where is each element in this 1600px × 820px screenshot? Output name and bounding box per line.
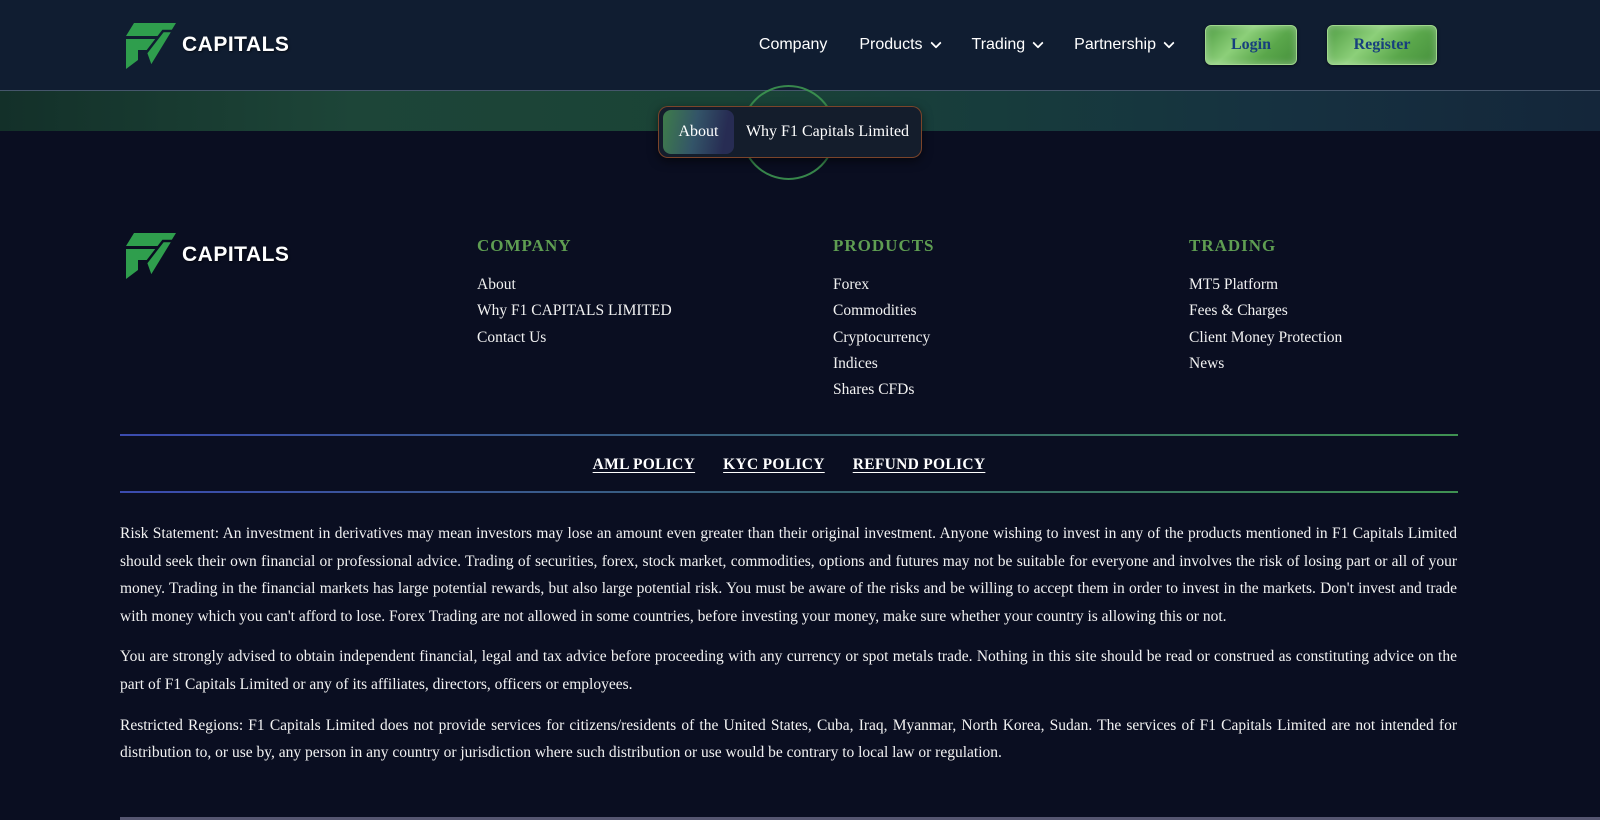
divider-top <box>120 434 1458 436</box>
brand-logo[interactable]: CAPITALS <box>120 20 289 70</box>
nav-item-products[interactable]: Products <box>859 36 942 54</box>
footer-link-mt5-platform[interactable]: MT5 Platform <box>1189 272 1342 298</box>
restricted-regions-paragraph: Restricted Regions: F1 Capitals Limited … <box>120 716 1457 762</box>
nav-item-trading[interactable]: Trading <box>971 36 1044 54</box>
footer-link-commodities[interactable]: Commodities <box>833 298 935 324</box>
nav-item-partnership[interactable]: Partnership <box>1074 36 1175 54</box>
footer-link-news[interactable]: News <box>1189 351 1342 377</box>
chevron-down-icon <box>1032 37 1044 49</box>
footer-link-about[interactable]: About <box>477 272 672 298</box>
login-button[interactable]: Login <box>1205 25 1297 65</box>
refund-policy-link[interactable]: REFUND POLICY <box>853 456 986 474</box>
page: CAPITALS Company Products Trading Partne… <box>0 0 1600 820</box>
footer-brand-logo[interactable]: CAPITALS <box>120 230 289 280</box>
tab-why-f1-capitals[interactable]: Why F1 Capitals Limited <box>734 123 921 141</box>
footer-column-company: COMPANY About Why F1 CAPITALS LIMITED Co… <box>477 236 672 351</box>
brand-name: CAPITALS <box>182 243 290 266</box>
footer-link-why-f1-capitals[interactable]: Why F1 CAPITALS LIMITED <box>477 298 672 324</box>
tab-about[interactable]: About <box>663 110 734 154</box>
footer-link-indices[interactable]: Indices <box>833 351 935 377</box>
about-tab-group: About Why F1 Capitals Limited <box>658 106 922 158</box>
footer-column-title: PRODUCTS <box>833 236 935 255</box>
chevron-down-icon <box>1163 37 1175 49</box>
footer-column-products: PRODUCTS Forex Commodities Cryptocurrenc… <box>833 236 935 403</box>
footer-link-shares-cfds[interactable]: Shares CFDs <box>833 377 935 403</box>
footer-column-title: TRADING <box>1189 236 1277 255</box>
footer-link-client-money-protection[interactable]: Client Money Protection <box>1189 325 1342 351</box>
footer-link-fees-charges[interactable]: Fees & Charges <box>1189 298 1342 324</box>
nav-label: Partnership <box>1074 36 1156 53</box>
divider-bottom <box>120 491 1458 493</box>
footer-link-contact-us[interactable]: Contact Us <box>477 325 672 351</box>
nav-item-company[interactable]: Company <box>759 36 827 54</box>
nav-label: Company <box>758 36 828 53</box>
footer-link-cryptocurrency[interactable]: Cryptocurrency <box>833 325 935 351</box>
legal-disclaimers: Risk Statement: An investment in derivat… <box>120 520 1457 780</box>
nav-label: Trading <box>971 36 1026 53</box>
f1-logo-icon <box>120 230 178 280</box>
header: CAPITALS Company Products Trading Partne… <box>0 0 1600 90</box>
kyc-policy-link[interactable]: KYC POLICY <box>723 456 825 474</box>
register-button[interactable]: Register <box>1327 25 1437 65</box>
f1-logo-icon <box>120 20 178 70</box>
nav-label: Products <box>859 36 923 53</box>
brand-name: CAPITALS <box>182 33 290 56</box>
risk-statement-paragraph: Risk Statement: An investment in derivat… <box>120 525 1457 625</box>
footer-link-forex[interactable]: Forex <box>833 272 935 298</box>
footer-column-title: COMPANY <box>477 236 572 255</box>
chevron-down-icon <box>929 37 942 49</box>
footer-column-trading: TRADING MT5 Platform Fees & Charges Clie… <box>1189 236 1342 377</box>
aml-policy-link[interactable]: AML POLICY <box>593 456 695 474</box>
policy-links: AML POLICY KYC POLICY REFUND POLICY <box>120 456 1458 474</box>
main-nav: Company Products Trading Partnership <box>759 36 1175 54</box>
advice-paragraph: You are strongly advised to obtain indep… <box>120 648 1457 693</box>
